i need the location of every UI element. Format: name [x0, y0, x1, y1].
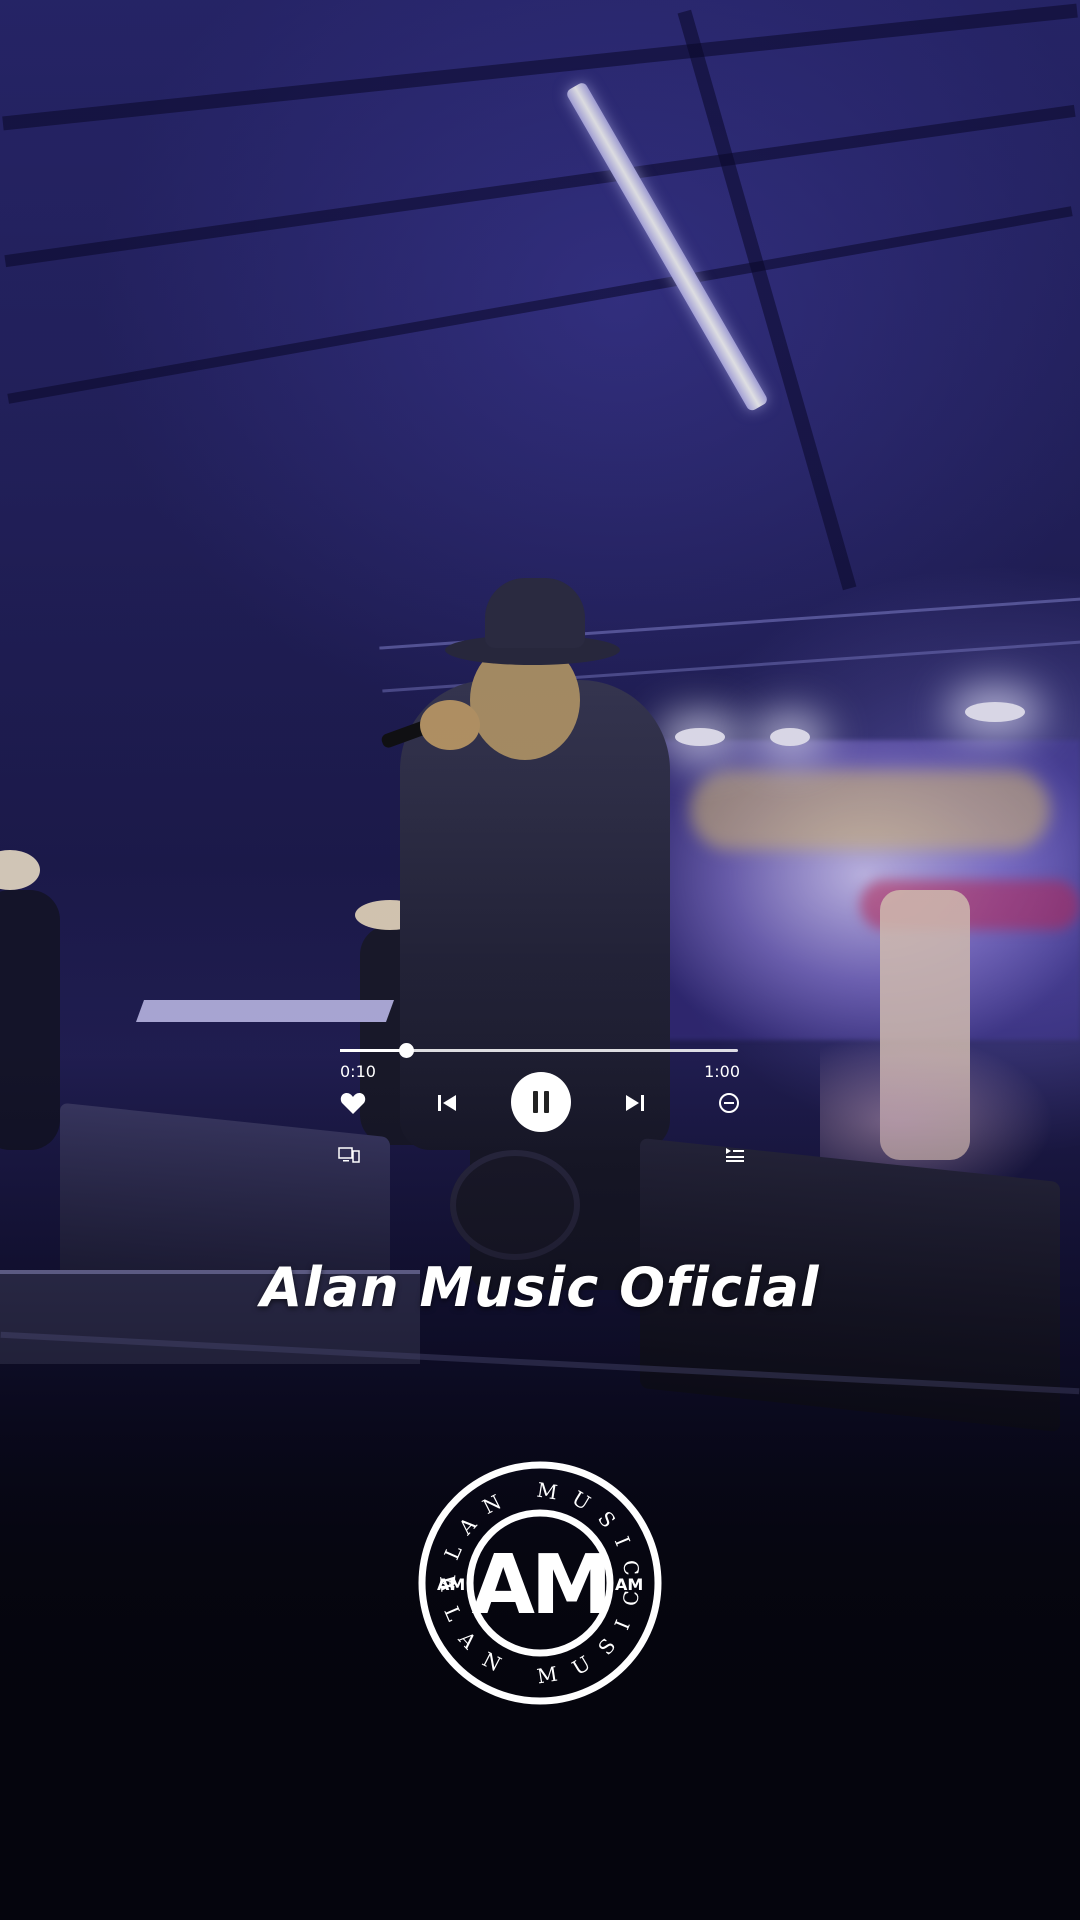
- previous-button[interactable]: [432, 1088, 462, 1118]
- previous-icon: [438, 1095, 456, 1111]
- progress-thumb[interactable]: [399, 1043, 415, 1058]
- total-time: 1:00: [704, 1062, 740, 1081]
- minus-circle-icon: [719, 1093, 739, 1113]
- like-button[interactable]: [338, 1088, 368, 1118]
- progress-bar[interactable]: [340, 1043, 738, 1058]
- channel-title: Alan Music Oficial: [260, 1256, 820, 1319]
- queue-button[interactable]: [722, 1145, 748, 1165]
- media-player: 0:10 1:00: [338, 1030, 744, 1170]
- next-button[interactable]: [620, 1088, 650, 1118]
- dislike-button[interactable]: [714, 1088, 744, 1118]
- logo-monogram: AM: [471, 1538, 608, 1633]
- logo-side-mark-left: AM: [437, 1575, 465, 1594]
- pause-icon: [533, 1091, 549, 1113]
- pause-button[interactable]: [511, 1072, 571, 1132]
- current-time: 0:10: [340, 1062, 376, 1081]
- cast-button[interactable]: [336, 1145, 362, 1165]
- logo-side-mark-right: AM: [615, 1575, 643, 1594]
- channel-logo: ALAN MUSIC ALAN MUSIC AM AM AM: [415, 1458, 665, 1708]
- queue-icon: [726, 1148, 744, 1162]
- cast-icon: [338, 1147, 360, 1163]
- heart-icon: [340, 1092, 366, 1114]
- next-icon: [626, 1095, 644, 1111]
- progress-fill: [340, 1049, 407, 1052]
